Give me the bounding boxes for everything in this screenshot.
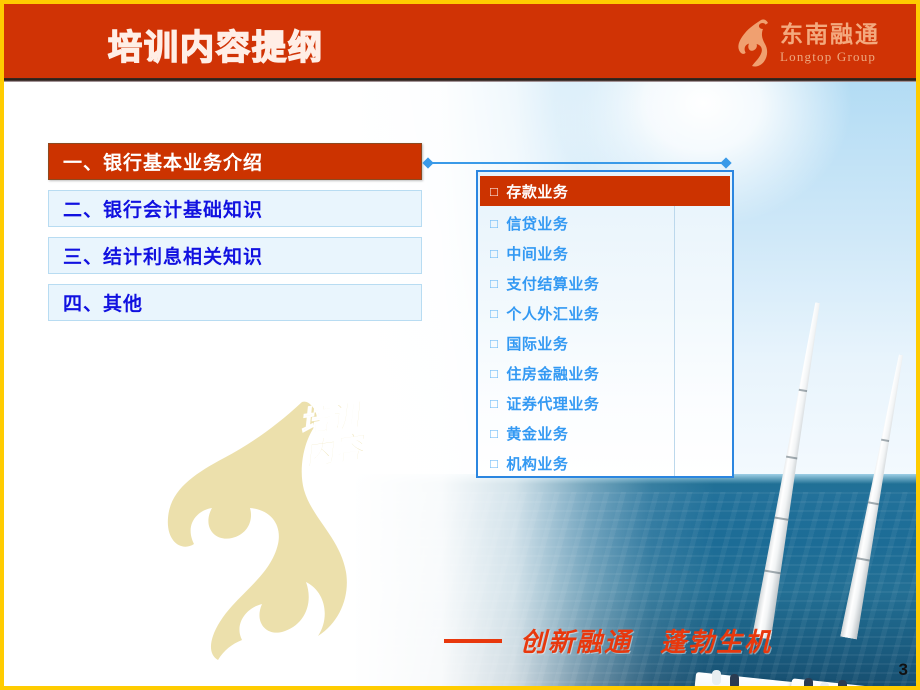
- checkbox-square-icon: □: [490, 215, 499, 231]
- detail-item-7[interactable]: □ 住房金融业务: [478, 358, 732, 388]
- checkbox-square-icon: □: [490, 275, 499, 291]
- slide-header: 培训内容提纲 东南融通 Longtop Group: [4, 4, 916, 82]
- detail-item-9-label: 黄金业务: [506, 425, 569, 443]
- flame-bird-logo-icon: [737, 18, 771, 68]
- outline-item-2[interactable]: 二、银行会计基础知识: [48, 190, 422, 227]
- outline-item-1[interactable]: 一、银行基本业务介绍: [48, 143, 422, 180]
- detail-item-2[interactable]: □ 信贷业务: [478, 208, 732, 238]
- slide-tagline: 创新融通 蓬勃生机: [444, 622, 772, 659]
- connector-rule: [428, 162, 726, 164]
- tagline-dash-icon: [444, 638, 502, 643]
- detail-item-6[interactable]: □ 国际业务: [478, 328, 732, 358]
- outline-item-4-label: 四、其他: [63, 294, 144, 315]
- checkbox-square-icon: □: [490, 335, 499, 351]
- tagline-text-1: 创新融通: [520, 627, 633, 657]
- detail-item-4[interactable]: □ 支付结算业务: [478, 268, 732, 298]
- checkbox-square-icon: □: [490, 455, 499, 471]
- checkbox-square-icon: □: [490, 245, 499, 261]
- detail-item-3[interactable]: □ 中间业务: [478, 238, 732, 268]
- checkbox-square-icon: □: [490, 183, 499, 199]
- detail-item-5[interactable]: □ 个人外汇业务: [478, 298, 732, 328]
- detail-item-1-label: 存款业务: [506, 183, 569, 201]
- detail-item-5-label: 个人外汇业务: [506, 305, 600, 323]
- detail-item-10-label: 机构业务: [506, 455, 569, 473]
- logo-english-name: Longtop Group: [780, 49, 877, 64]
- detail-panel: □ 存款业务 □ 信贷业务 □ 中间业务 □ 支付结算业务 □ 个人外汇业务 □…: [476, 170, 734, 478]
- connector-endpoint-right: [720, 157, 732, 169]
- detail-item-8-label: 证券代理业务: [506, 395, 600, 413]
- checkbox-square-icon: □: [490, 305, 499, 321]
- checkbox-square-icon: □: [490, 365, 499, 381]
- outline-item-2-label: 二、银行会计基础知识: [63, 200, 264, 221]
- page-number: 3: [898, 660, 908, 679]
- outline-item-3[interactable]: 三、结计利息相关知识: [48, 237, 422, 274]
- checkbox-square-icon: □: [490, 395, 499, 411]
- outline-item-3-label: 三、结计利息相关知识: [63, 247, 264, 268]
- company-logo: 东南融通 Longtop Group: [737, 18, 880, 68]
- detail-item-6-label: 国际业务: [506, 335, 569, 353]
- detail-item-1[interactable]: □ 存款业务: [480, 176, 730, 206]
- detail-item-7-label: 住房金融业务: [506, 365, 600, 383]
- outline-item-1-label: 一、银行基本业务介绍: [63, 153, 264, 174]
- detail-item-9[interactable]: □ 黄金业务: [478, 418, 732, 448]
- logo-chinese-name: 东南融通: [780, 21, 880, 47]
- detail-item-2-label: 信贷业务: [506, 215, 569, 233]
- outline-item-4[interactable]: 四、其他: [48, 284, 422, 321]
- detail-item-10[interactable]: □ 机构业务: [478, 448, 732, 478]
- page-title: 培训内容提纲: [107, 28, 324, 68]
- slide-canvas: 培训 内容 培训内容提纲 东南融通 Longtop Group 一、银行基本业务…: [0, 0, 920, 690]
- detail-item-4-label: 支付结算业务: [506, 275, 600, 293]
- connector-line: [422, 157, 732, 169]
- detail-item-3-label: 中间业务: [506, 245, 569, 263]
- tagline-text-2: 蓬勃生机: [660, 627, 773, 657]
- detail-item-8[interactable]: □ 证券代理业务: [478, 388, 732, 418]
- checkbox-square-icon: □: [490, 425, 499, 441]
- outline-list: 一、银行基本业务介绍 二、银行会计基础知识 三、结计利息相关知识 四、其他: [48, 143, 422, 331]
